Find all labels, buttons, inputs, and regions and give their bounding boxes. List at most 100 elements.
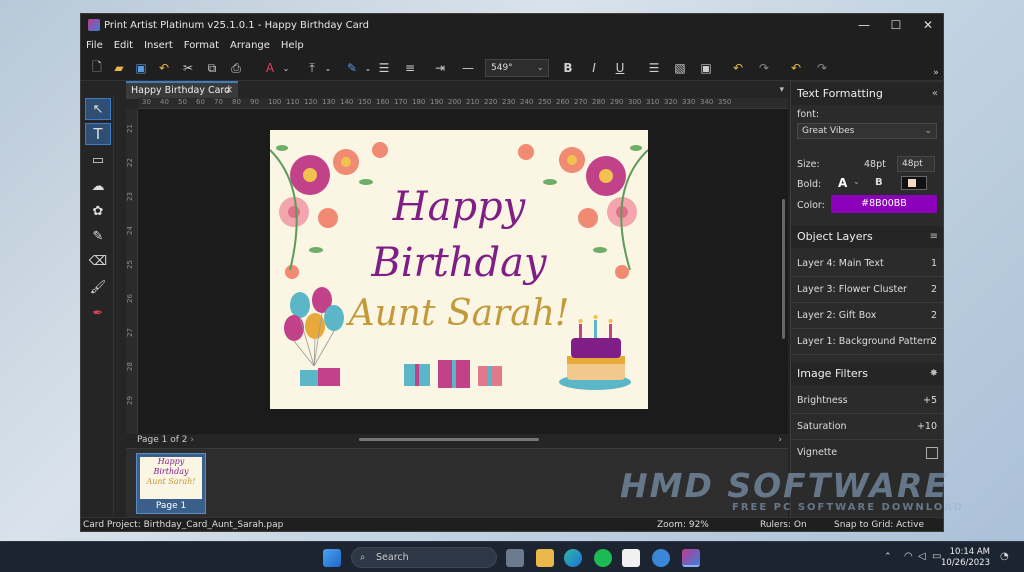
edge-icon[interactable] (564, 549, 582, 567)
underline-icon[interactable]: U (611, 59, 629, 77)
color-field[interactable]: #8B00BB (831, 195, 937, 213)
page-thumbnail-1[interactable]: Happy Birthday Aunt Sarah! Page 1 (136, 453, 206, 514)
text-formatting-header[interactable]: Text Formatting « (791, 83, 943, 105)
frame-icon[interactable]: ▣ (697, 59, 715, 77)
notification-icon[interactable]: ◔ (1000, 551, 1009, 562)
brush-tool-icon[interactable]: 🖌 (85, 276, 111, 298)
brightness-row[interactable]: Brightness +5 (791, 388, 943, 414)
bullet-list-icon[interactable]: ☰ (375, 59, 393, 77)
status-rulers: Rulers: On (760, 520, 807, 530)
tools-panel: ↖ T ▭ ☁ ✿ ✎ ⌫ 🖌 ✒ (81, 96, 114, 531)
italic-icon[interactable]: I (585, 59, 603, 77)
minimize-button[interactable]: — (848, 14, 880, 36)
collapse-panel-icon[interactable]: « (932, 83, 938, 105)
file-explorer-icon[interactable] (536, 549, 554, 567)
numbered-list-icon[interactable]: ≡ (401, 59, 419, 77)
tab-happy-birthday-card[interactable]: Happy Birthday Card ✕ (126, 81, 238, 99)
layer-item[interactable]: Layer 4: Main Text 1 (791, 251, 943, 277)
chevron-down-icon[interactable]: ⌄ (319, 59, 337, 77)
menu-file[interactable]: File (86, 40, 103, 51)
speaker-icon[interactable]: ◁ (918, 551, 926, 562)
chevron-down-icon[interactable]: ⌄ (277, 59, 295, 77)
vignette-label: Vignette (797, 447, 838, 458)
undo-icon[interactable]: ↶ (729, 59, 747, 77)
settings-icon[interactable] (652, 549, 670, 567)
taskbar-clock[interactable]: 10:14 AM 10/26/2023 (941, 547, 990, 569)
eraser-tool-icon[interactable]: ⌫ (85, 250, 111, 272)
close-window-button[interactable]: ✕ (912, 14, 943, 36)
menu-arrange[interactable]: Arrange (230, 40, 270, 51)
ruler-tick-label: 23 (126, 192, 134, 201)
menu-help[interactable]: Help (281, 40, 304, 51)
spotify-icon[interactable] (594, 549, 612, 567)
canvas-area[interactable]: Happy Birthday Aunt Sarah! (138, 109, 788, 434)
copy-icon[interactable]: ⧉ (203, 59, 221, 77)
close-tab-icon[interactable]: ✕ (225, 83, 233, 98)
redo-icon[interactable]: ↷ (813, 59, 831, 77)
line-icon[interactable]: — (459, 59, 477, 77)
save-icon[interactable]: ▣ (132, 59, 150, 77)
pencil-tool-icon[interactable]: ✎ (85, 225, 111, 247)
taskbar-search[interactable]: ⌕ Search (351, 547, 497, 568)
eyedropper-tool-icon[interactable]: ✒ (85, 302, 111, 324)
print-icon[interactable]: ⎙ (227, 59, 245, 77)
object-layers-header[interactable]: Object Layers ≡ (791, 226, 943, 248)
scroll-right-chevron-icon[interactable]: › (778, 434, 782, 447)
task-view-icon[interactable] (506, 549, 524, 567)
wifi-icon[interactable]: ◠ (904, 551, 913, 562)
birthday-card[interactable]: Happy Birthday Aunt Sarah! (270, 130, 648, 409)
card-line-happy[interactable]: Happy (270, 184, 648, 230)
bold-icon[interactable]: B (559, 59, 577, 77)
flower-tool-icon[interactable]: ✿ (85, 200, 111, 222)
layer-item[interactable]: Layer 2: Gift Box 2 (791, 303, 943, 329)
ruler-tick-label: 130 (322, 98, 336, 106)
document-tabs: Happy Birthday Card ✕ ▾ (126, 81, 788, 99)
select-tool-icon[interactable]: ↖ (85, 98, 111, 120)
indent-icon[interactable]: ⇥ (431, 59, 449, 77)
rectangle-tool-icon[interactable]: ▭ (85, 149, 111, 171)
menu-insert[interactable]: Insert (144, 40, 173, 51)
text-tool-icon[interactable]: T (85, 123, 111, 145)
store-icon[interactable] (622, 549, 640, 567)
overflow-chevron-icon[interactable]: » (927, 64, 943, 82)
undo-icon[interactable]: ↶ (155, 59, 173, 77)
layer-name: Layer 3: Flower Cluster (797, 284, 907, 295)
horizontal-scroll-thumb[interactable] (359, 438, 539, 441)
vertical-scrollbar[interactable] (779, 109, 788, 445)
print-artist-taskbar-icon[interactable] (682, 549, 700, 567)
new-file-icon[interactable]: 🗋 (88, 59, 106, 77)
bold-font-button[interactable]: A (838, 176, 847, 190)
filter-settings-icon[interactable]: ✸ (930, 363, 938, 385)
vertical-scroll-thumb[interactable] (782, 199, 785, 339)
shape-tool-icon[interactable]: ☁ (85, 175, 111, 197)
align-left-icon[interactable]: ☰ (645, 59, 663, 77)
menu-edit[interactable]: Edit (114, 40, 133, 51)
cut-icon[interactable]: ✂ (179, 59, 197, 77)
swatch-picker[interactable] (901, 176, 927, 190)
font-size-select[interactable]: 549° ⌄ (485, 59, 549, 77)
layer-item[interactable]: Layer 1: Background Pattern 2 (791, 329, 943, 355)
search-icon: ⌕ (360, 552, 366, 563)
vignette-checkbox[interactable] (926, 447, 938, 459)
menu-format[interactable]: Format (184, 40, 219, 51)
chevron-down-icon[interactable]: ⌄ (853, 177, 860, 186)
layers-menu-icon[interactable]: ≡ (930, 226, 938, 248)
chevron-right-icon[interactable]: › (190, 435, 194, 445)
font-select[interactable]: Great Vibes ⌄ (797, 123, 937, 139)
open-folder-icon[interactable]: ▰ (110, 59, 128, 77)
card-line-name[interactable]: Aunt Sarah! (270, 293, 648, 334)
tab-list-chevron-icon[interactable]: ▾ (779, 81, 784, 99)
bold-toggle-icon[interactable]: B (875, 177, 883, 188)
chevron-up-icon[interactable]: ⌃ (884, 552, 892, 562)
maximize-button[interactable]: ☐ (880, 14, 912, 36)
size-stepper[interactable]: 48pt (897, 156, 935, 172)
undo-icon[interactable]: ↶ (787, 59, 805, 77)
card-line-birthday[interactable]: Birthday (270, 240, 648, 286)
saturation-row[interactable]: Saturation +10 (791, 414, 943, 440)
size-value-1[interactable]: 48pt (864, 159, 886, 170)
image-filters-header[interactable]: Image Filters ✸ (791, 363, 943, 385)
start-icon[interactable] (323, 549, 341, 567)
image-icon[interactable]: ▧ (671, 59, 689, 77)
layer-item[interactable]: Layer 3: Flower Cluster 2 (791, 277, 943, 303)
redo-icon[interactable]: ↷ (755, 59, 773, 77)
